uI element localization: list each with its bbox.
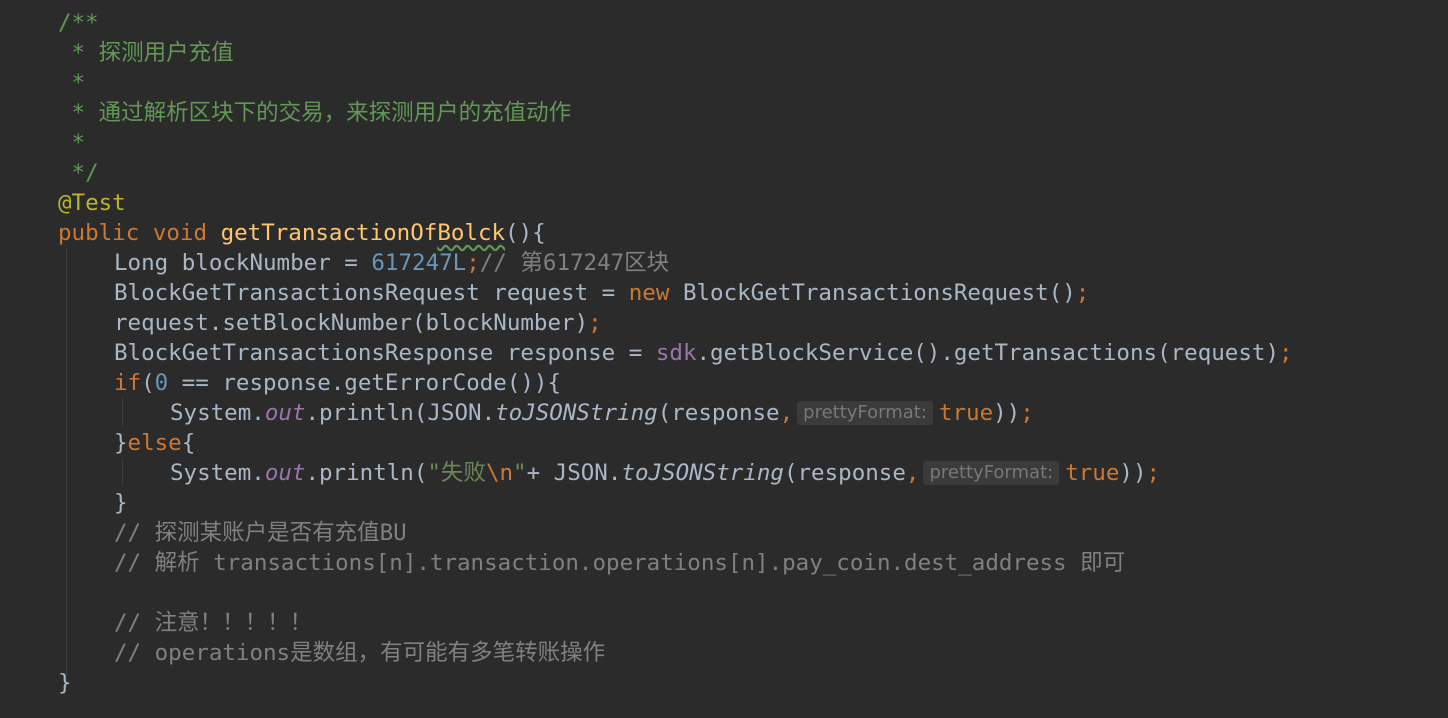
javadoc-open: /**	[58, 10, 99, 36]
comma: ,	[779, 400, 794, 426]
code-text: System.	[170, 460, 265, 486]
parameter-hint: prettyFormat:	[797, 401, 933, 425]
keyword: if	[114, 370, 142, 396]
code-line[interactable]: // 解析 transactions[n].transaction.operat…	[114, 548, 1125, 578]
semicolon: ;	[466, 250, 480, 276]
code-line[interactable]: // 注意！！！！！	[114, 608, 312, 638]
line-comment: // 第617247区块	[479, 250, 670, 276]
code-text: BlockGetTransactionsResponse response =	[114, 340, 656, 366]
code-line[interactable]: }	[58, 668, 72, 698]
code-text: }	[114, 430, 128, 456]
string-literal: "	[513, 460, 527, 486]
code-editor[interactable]: /** * 探测用户充值 * * 通过解析区块下的交易，来探测用户的充值动作 *…	[0, 0, 1448, 718]
code-text: BlockGetTransactionsRequest request =	[114, 280, 629, 306]
code-text: ))	[993, 400, 1021, 426]
method-modifiers: public void	[58, 220, 221, 246]
code-text: + JSON.	[526, 460, 622, 486]
code-text: Long blockNumber =	[114, 250, 372, 276]
line-comment: // 注意！！！！！	[114, 610, 313, 636]
string-literal: "失败	[427, 460, 486, 486]
indent-guide	[122, 398, 123, 426]
method-close-brace: }	[58, 670, 72, 696]
code-text: == response.getErrorCode()){	[168, 370, 562, 396]
javadoc-line: * 通过解析区块下的交易，来探测用户的充值动作	[58, 100, 572, 126]
keyword: new	[628, 280, 670, 306]
semicolon: ;	[588, 310, 602, 336]
code-line[interactable]: }	[114, 488, 128, 518]
semicolon: ;	[1146, 460, 1161, 486]
line-comment: // operations是数组，有可能有多笔转账操作	[114, 640, 606, 666]
code-line[interactable]: request.setBlockNumber(blockNumber);	[114, 308, 602, 338]
code-text: (	[141, 370, 155, 396]
method-name-typo: Bolck	[437, 220, 506, 246]
code-line[interactable]: BlockGetTransactionsResponse response = …	[114, 338, 1293, 368]
code-text: ))	[1119, 460, 1147, 486]
field-reference: sdk	[655, 340, 697, 366]
comma: ,	[905, 460, 920, 486]
javadoc-line: *	[58, 70, 86, 96]
javadoc-line: *	[58, 130, 86, 156]
code-text: BlockGetTransactionsRequest()	[669, 280, 1076, 306]
semicolon: ;	[1278, 340, 1293, 366]
escape-sequence: \n	[485, 460, 514, 486]
code-line[interactable]: * 探测用户充值	[58, 38, 234, 68]
keyword: else	[127, 430, 182, 456]
code-line[interactable]: Long blockNumber = 617247L;// 第617247区块	[114, 248, 669, 278]
code-line[interactable]: * 通过解析区块下的交易，来探测用户的充值动作	[58, 98, 572, 128]
code-line[interactable]: @Test	[58, 188, 126, 218]
static-method: toJSONString	[621, 460, 784, 486]
code-text: request.setBlockNumber(blockNumber)	[114, 310, 589, 336]
method-name: getTransactionOf	[220, 220, 438, 246]
code-text: (response	[783, 460, 906, 486]
code-text: .println(	[305, 460, 428, 486]
javadoc-close: */	[58, 160, 99, 186]
code-line[interactable]: System.out.println("失败\n"+ JSON.toJSONSt…	[170, 458, 1160, 488]
code-line[interactable]: *	[58, 128, 86, 158]
code-line[interactable]: */	[58, 158, 99, 188]
keyword: true	[1065, 460, 1120, 486]
indent-guide	[66, 248, 67, 688]
code-text: {	[181, 430, 196, 456]
code-line[interactable]: // operations是数组，有可能有多笔转账操作	[114, 638, 605, 668]
code-text: .println(JSON.	[305, 400, 496, 426]
code-text: (response	[657, 400, 780, 426]
code-text: }	[114, 490, 128, 516]
code-line[interactable]: *	[58, 68, 86, 98]
code-line[interactable]: }else{	[114, 428, 195, 458]
static-field: out	[264, 400, 306, 426]
number-literal: 0	[154, 370, 169, 396]
code-text: .getBlockService().getTransactions(reque…	[696, 340, 1279, 366]
code-line[interactable]: public void getTransactionOfBolck(){	[58, 218, 546, 248]
code-line[interactable]: /**	[58, 8, 99, 38]
code-text: System.	[170, 400, 265, 426]
parameter-hint: prettyFormat:	[923, 461, 1060, 485]
line-comment: // 解析 transactions[n].transaction.operat…	[114, 550, 1126, 576]
code-line[interactable]: // 探测某账户是否有充值BU	[114, 518, 407, 548]
static-method: toJSONString	[495, 400, 658, 426]
method-params: (){	[505, 220, 546, 246]
semicolon: ;	[1020, 400, 1034, 426]
javadoc-line: * 探测用户充值	[58, 40, 234, 66]
code-line[interactable]: if(0 == response.getErrorCode()){	[114, 368, 561, 398]
indent-guide	[122, 458, 123, 486]
semicolon: ;	[1075, 280, 1090, 306]
number-literal: 617247L	[371, 250, 467, 276]
code-line[interactable]: BlockGetTransactionsRequest request = ne…	[114, 278, 1089, 308]
code-line[interactable]: System.out.println(JSON.toJSONString(res…	[170, 398, 1034, 428]
keyword: true	[938, 400, 994, 426]
test-annotation: @Test	[58, 190, 126, 216]
line-comment: // 探测某账户是否有充值BU	[114, 520, 407, 546]
static-field: out	[264, 460, 306, 486]
